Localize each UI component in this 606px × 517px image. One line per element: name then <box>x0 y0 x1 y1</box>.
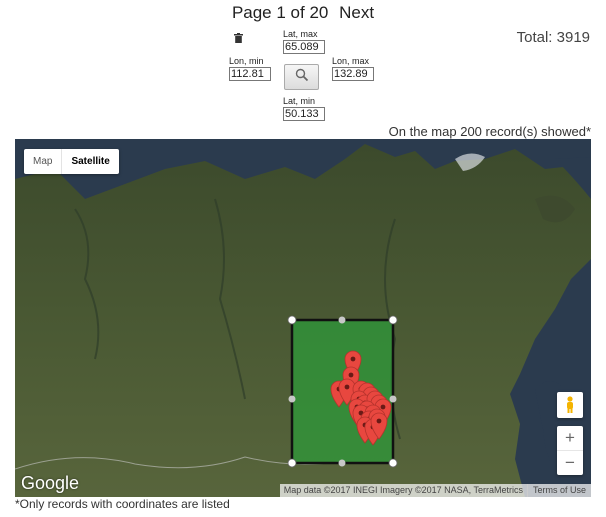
google-logo: Google <box>21 473 80 493</box>
page-label: Page 1 of 20 <box>231 3 329 22</box>
trash-icon[interactable] <box>234 33 244 43</box>
selection-handle[interactable] <box>338 459 346 467</box>
lon-max-input[interactable]: 132.89 <box>332 67 374 81</box>
zoom-out-button[interactable]: − <box>557 451 583 475</box>
selection-handle[interactable] <box>287 315 297 325</box>
map-marker-dot <box>348 372 354 378</box>
selection-handle[interactable] <box>287 458 297 468</box>
map-marker-dot <box>380 404 386 410</box>
selection-overlay[interactable] <box>15 139 591 497</box>
attribution-text: Map data ©2017 INEGI Imagery ©2017 NASA,… <box>279 484 527 497</box>
lat-min-label: Lat, min <box>283 96 316 106</box>
satellite-map[interactable]: Map Satellite + − Google Map data ©2017 … <box>15 139 591 497</box>
selection-handle[interactable] <box>389 395 397 403</box>
zoom-control: + − <box>557 426 583 475</box>
lat-min-input[interactable]: 50.133 <box>283 107 325 121</box>
map-marker-dot <box>376 418 382 424</box>
lon-min-label: Lon, min <box>229 56 264 66</box>
magnifier-icon <box>295 68 309 87</box>
map-type-satellite-button[interactable]: Satellite <box>62 149 118 174</box>
lon-max-label: Lon, max <box>332 56 370 66</box>
total-count: Total: 3919 <box>516 29 590 46</box>
selection-handle[interactable] <box>388 458 398 468</box>
map-attribution: Map data ©2017 INEGI Imagery ©2017 NASA,… <box>279 484 591 497</box>
zoom-in-button[interactable]: + <box>557 426 583 451</box>
records-shown-note: On the map 200 record(s) showed* <box>388 124 591 139</box>
pegman-icon[interactable] <box>557 392 583 418</box>
lat-max-label: Lat, max <box>283 29 318 39</box>
footnote: *Only records with coordinates are liste… <box>15 497 230 511</box>
lon-min-input[interactable]: 112.81 <box>229 67 271 81</box>
map-marker-dot <box>344 384 350 390</box>
selection-handle[interactable] <box>388 315 398 325</box>
selection-handle[interactable] <box>288 395 296 403</box>
selection-handle[interactable] <box>338 316 346 324</box>
map-marker-dot <box>350 356 356 362</box>
map-type-map-button[interactable]: Map <box>24 149 63 174</box>
map-type-control: Map Satellite <box>24 149 119 174</box>
pager: Page 1 of 20 Next <box>0 3 606 23</box>
lat-max-input[interactable]: 65.089 <box>283 40 325 54</box>
terms-of-use-link[interactable]: Terms of Use <box>526 484 591 497</box>
next-page-link[interactable]: Next <box>339 3 374 22</box>
search-button[interactable] <box>284 64 319 90</box>
